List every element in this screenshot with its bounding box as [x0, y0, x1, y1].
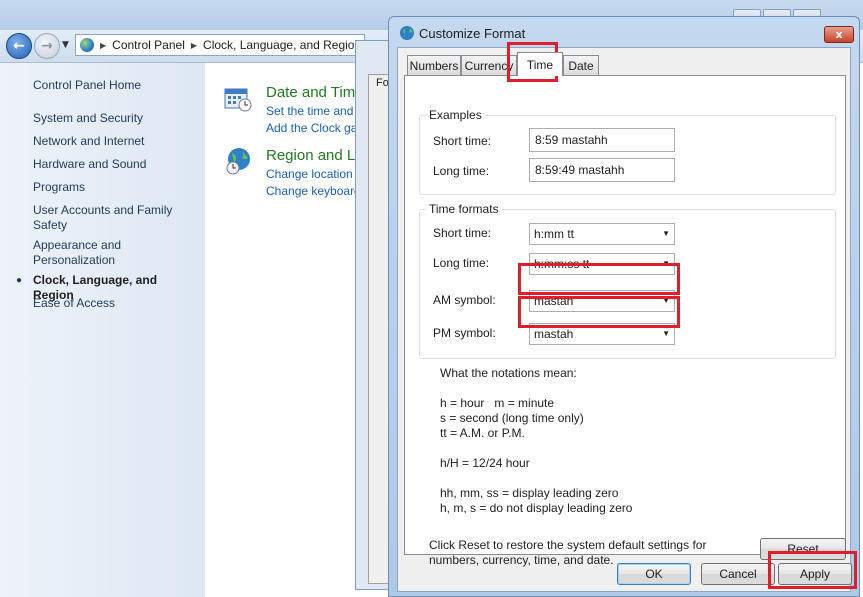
address-input[interactable]: ▶ Control Panel ▶ Clock, Language, and R… — [75, 34, 365, 56]
notation-line: h/H = 12/24 hour — [440, 456, 530, 470]
am-symbol-value: mastah — [534, 294, 574, 308]
dialog-body: Numbers Currency Time Date Examples Shor… — [397, 47, 852, 592]
tab-time[interactable]: Time — [517, 52, 563, 76]
notation-line: h = hour m = minute — [440, 396, 555, 410]
close-icon: x — [835, 28, 843, 41]
am-symbol-label: AM symbol: — [433, 293, 496, 307]
tab-date[interactable]: Date — [563, 55, 599, 75]
dropdown-arrow-icon[interactable]: ▼ — [662, 259, 670, 268]
examples-group: Examples Short time: 8:59 mastahh Long t… — [419, 108, 836, 195]
long-time-combobox[interactable]: h:mm:ss tt ▼ — [529, 253, 675, 275]
pm-symbol-value: mastah — [534, 327, 574, 341]
sidebar-item-appearance[interactable]: Appearance and Personalization — [33, 238, 143, 268]
long-time-value: h:mm:ss tt — [534, 257, 590, 271]
time-tab-panel: Examples Short time: 8:59 mastahh Long t… — [404, 75, 846, 567]
sidebar-item-network[interactable]: Network and Internet — [33, 134, 198, 149]
short-time-label: Short time: — [433, 226, 492, 240]
notation-line: tt = A.M. or P.M. — [440, 426, 525, 440]
back-arrow-icon: ← — [13, 38, 25, 54]
globe-clock-icon — [226, 148, 250, 175]
pm-symbol-label: PM symbol: — [433, 326, 496, 340]
sidebar-item-system-security[interactable]: System and Security — [33, 111, 198, 126]
forward-button[interactable]: → — [34, 33, 60, 59]
dropdown-arrow-icon[interactable]: ▼ — [662, 229, 670, 238]
breadcrumb-control-panel[interactable]: Control Panel — [112, 38, 185, 52]
chevron-right-icon[interactable]: ▶ — [191, 41, 197, 50]
tab-formats[interactable]: Fo — [376, 77, 389, 89]
time-formats-group: Time formats Short time: h:mm tt ▼ Long … — [419, 202, 836, 359]
dropdown-arrow-icon[interactable]: ▼ — [662, 296, 670, 305]
tab-currency[interactable]: Currency — [461, 55, 517, 75]
sidebar-item-home[interactable]: Control Panel Home — [33, 78, 198, 93]
active-bullet-icon: ● — [16, 275, 23, 286]
globe-icon — [400, 26, 414, 40]
am-symbol-combobox[interactable]: mastah ▼ — [529, 290, 675, 312]
time-formats-heading: Time formats — [426, 202, 502, 216]
example-short-time-label: Short time: — [433, 134, 492, 148]
change-location-link[interactable]: Change location — [266, 167, 353, 181]
recent-pages-dropdown[interactable]: ▼ — [62, 40, 69, 50]
sidebar: Control Panel Home System and Security N… — [0, 63, 205, 597]
examples-heading: Examples — [426, 108, 485, 122]
long-time-label: Long time: — [433, 256, 490, 270]
close-button[interactable]: x — [824, 26, 854, 43]
notations-heading: What the notations mean: — [440, 366, 577, 380]
sidebar-item-programs[interactable]: Programs — [33, 180, 198, 195]
tab-numbers[interactable]: Numbers — [407, 55, 461, 75]
cancel-button[interactable]: Cancel — [701, 563, 775, 585]
notation-line: h, m, s = do not display leading zero — [440, 501, 633, 515]
sidebar-item-user-accounts[interactable]: User Accounts and Family Safety — [33, 203, 183, 233]
notation-line: s = second (long time only) — [440, 411, 584, 425]
dialog-title: Customize Format — [419, 26, 526, 41]
apply-button[interactable]: Apply — [778, 563, 852, 585]
short-time-combobox[interactable]: h:mm tt ▼ — [529, 223, 675, 245]
back-button[interactable]: ← — [6, 33, 32, 59]
customize-format-dialog: Customize Format x Numbers Currency Time… — [388, 16, 860, 597]
notation-line: hh, mm, ss = display leading zero — [440, 486, 619, 500]
example-long-time-label: Long time: — [433, 164, 490, 178]
pm-symbol-combobox[interactable]: mastah ▼ — [529, 323, 675, 345]
ok-button[interactable]: OK — [617, 563, 691, 585]
reset-button[interactable]: Reset — [760, 538, 846, 560]
short-time-value: h:mm tt — [534, 227, 575, 241]
control-panel-icon — [80, 38, 94, 52]
example-long-time-field: 8:59:49 mastahh — [529, 158, 675, 182]
calendar-clock-icon — [224, 88, 252, 112]
sidebar-item-hardware[interactable]: Hardware and Sound — [33, 157, 198, 172]
breadcrumb-clock-language-region[interactable]: Clock, Language, and Region — [203, 38, 361, 52]
example-short-time-field: 8:59 mastahh — [529, 128, 675, 152]
sidebar-item-ease-of-access[interactable]: Ease of Access — [33, 296, 198, 311]
chevron-right-icon[interactable]: ▶ — [100, 41, 106, 50]
date-and-time-title[interactable]: Date and Time — [266, 84, 364, 101]
forward-arrow-icon: → — [41, 38, 53, 54]
dropdown-arrow-icon[interactable]: ▼ — [662, 329, 670, 338]
